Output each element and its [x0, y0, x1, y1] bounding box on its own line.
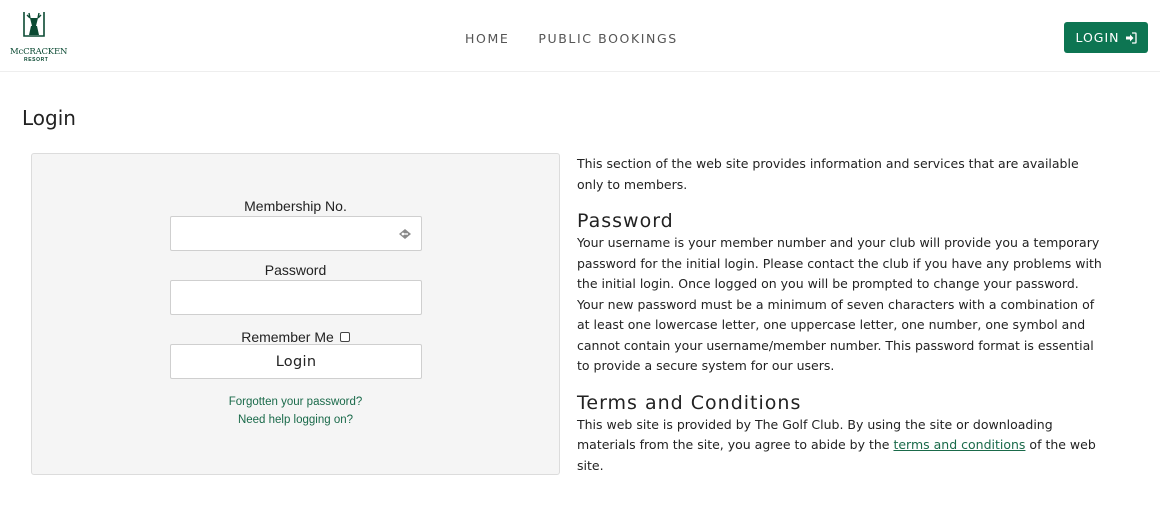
- login-panel: Membership No. Password Remember Me Logi…: [31, 153, 560, 475]
- intro-text: This section of the web site provides in…: [577, 156, 1079, 192]
- header-login-label: LOGIN: [1075, 30, 1120, 45]
- site-logo[interactable]: McCRACKEN RESORT: [8, 10, 67, 64]
- password-label: Password: [264, 262, 327, 278]
- nav-home[interactable]: HOME: [465, 31, 509, 46]
- password-heading: Password: [577, 210, 674, 232]
- remember-me[interactable]: Remember Me: [32, 329, 559, 345]
- logo-name: McCRACKEN: [10, 47, 68, 57]
- members-info: This section of the web site provides in…: [577, 154, 1102, 476]
- nav-public-bookings[interactable]: PUBLIC BOOKINGS: [538, 31, 678, 46]
- terms-text: This web site is provided by The Golf Cl…: [577, 416, 1096, 473]
- autofill-key-icon[interactable]: [398, 228, 412, 240]
- login-help-link[interactable]: Need help logging on?: [32, 414, 559, 426]
- password-rules-text: Your username is your member number and …: [577, 235, 1102, 373]
- logo-subtitle: RESORT: [24, 57, 49, 63]
- membership-input[interactable]: [170, 216, 422, 251]
- login-submit-button[interactable]: Login: [170, 344, 422, 379]
- stag-logo-icon: [23, 12, 45, 37]
- terms-link[interactable]: terms and conditions: [893, 437, 1025, 452]
- page-title: Login: [22, 106, 76, 130]
- membership-label: Membership No.: [244, 198, 347, 214]
- header-login-button[interactable]: LOGIN: [1064, 22, 1148, 53]
- sign-in-icon: [1125, 31, 1137, 44]
- remember-me-label: Remember Me: [241, 329, 334, 345]
- remember-me-checkbox[interactable]: [339, 332, 350, 342]
- terms-heading: Terms and Conditions: [577, 391, 802, 414]
- main-nav: HOME PUBLIC BOOKINGS: [465, 31, 678, 46]
- site-header: McCRACKEN RESORT HOME PUBLIC BOOKINGS LO…: [0, 0, 1160, 72]
- password-input[interactable]: [170, 280, 422, 315]
- forgot-password-link[interactable]: Forgotten your password?: [32, 396, 559, 408]
